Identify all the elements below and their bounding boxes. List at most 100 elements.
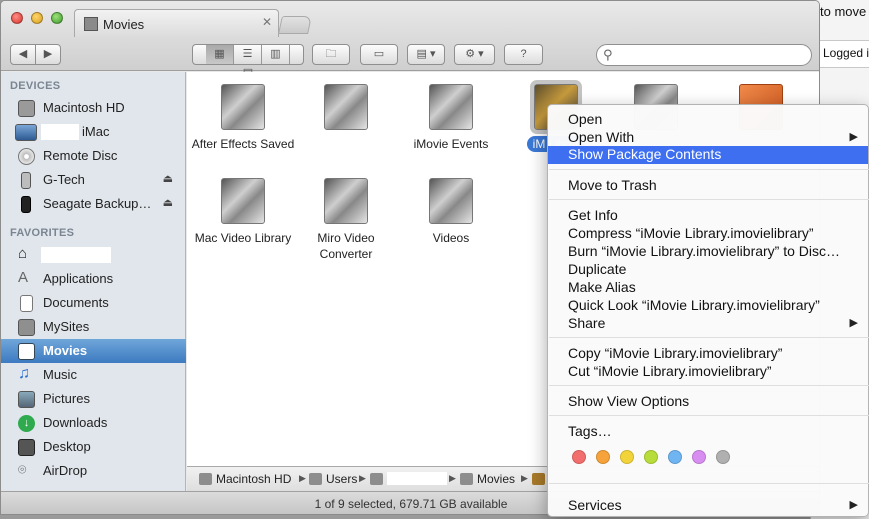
sidebar-item-movies[interactable]: Movies: [1, 339, 186, 363]
redacted-name: [41, 247, 111, 263]
applications-icon: A: [18, 269, 29, 286]
view-mode-control[interactable]: ▦☰▥▤: [192, 44, 304, 79]
tag-red-button[interactable]: [572, 450, 586, 464]
crumb-label: Macintosh HD: [216, 472, 292, 486]
movies-folder-icon: [84, 17, 98, 31]
tag-button[interactable]: ▭: [360, 44, 398, 65]
sidebar-item-downloads[interactable]: ↓ Downloads: [1, 411, 186, 435]
sidebar-item-g-tech[interactable]: G-Tech ⏏: [1, 168, 186, 192]
path-crumb-movies[interactable]: Movies: [460, 472, 515, 486]
sidebar-item-applications[interactable]: A Applications: [1, 267, 186, 291]
file-item[interactable]: iMovie Events: [396, 84, 506, 152]
video-folder-icon: [429, 84, 473, 130]
folder-icon: [18, 319, 35, 336]
imac-icon: [15, 124, 37, 141]
file-label: Videos: [432, 231, 470, 245]
tag-purple-button[interactable]: [692, 450, 706, 464]
menu-item-services[interactable]: Services ▶: [548, 497, 868, 515]
eject-icon[interactable]: ⏏: [163, 172, 173, 185]
menu-item-open[interactable]: Open: [548, 111, 868, 129]
path-crumb-macintosh-hd[interactable]: Macintosh HD: [199, 472, 291, 486]
action-button[interactable]: ⚙ ▾: [454, 44, 495, 65]
menu-item-open-with[interactable]: Open With ▶: [548, 129, 868, 147]
menu-item-show-package-contents[interactable]: Show Package Contents: [548, 146, 868, 164]
sidebar-item-documents[interactable]: Documents: [1, 291, 186, 315]
file-item[interactable]: Miro Video Converter: [291, 178, 401, 262]
menu-item-copy[interactable]: Copy “iMovie Library.imovielibrary”: [548, 345, 868, 363]
tag-icon: ▭: [373, 48, 385, 60]
tag-gray-button[interactable]: [716, 450, 730, 464]
path-crumb-home[interactable]: [370, 472, 447, 486]
menu-item-label: Duplicate: [568, 261, 627, 277]
file-item[interactable]: Videos: [396, 178, 506, 246]
sidebar-item-seagate[interactable]: Seagate Backup… ⏏: [1, 192, 186, 216]
sidebar-item-macintosh-hd[interactable]: Macintosh HD: [1, 96, 186, 120]
menu-item-tags[interactable]: Tags…: [548, 423, 868, 441]
pictures-icon: [18, 391, 35, 408]
menu-item-duplicate[interactable]: Duplicate: [548, 261, 868, 279]
sidebar-item-desktop[interactable]: Desktop: [1, 435, 186, 459]
file-item[interactable]: [291, 84, 401, 136]
sidebar-item-remote-disc[interactable]: Remote Disc: [1, 144, 186, 168]
menu-item-quick-look[interactable]: Quick Look “iMovie Library.imovielibrary…: [548, 297, 868, 315]
menu-separator: [549, 199, 869, 200]
new-folder-button[interactable]: 🗀: [312, 44, 350, 65]
sidebar-item-music[interactable]: ♫ Music: [1, 363, 186, 387]
menu-item-label: Quick Look “iMovie Library.imovielibrary…: [568, 297, 820, 313]
gear-icon: ⚙ ▾: [465, 48, 484, 60]
menu-item-label: Show View Options: [568, 393, 690, 409]
menu-separator: [549, 385, 869, 386]
menu-item-share[interactable]: Share ▶: [548, 315, 868, 333]
sidebar-item-airdrop[interactable]: ⌾ AirDrop: [1, 459, 186, 483]
sidebar-item-label: iMac: [82, 124, 110, 139]
search-input[interactable]: ⚲: [596, 44, 812, 66]
menu-item-move-to-trash[interactable]: Move to Trash: [548, 177, 868, 195]
menu-item-label: Services: [568, 497, 622, 513]
airdrop-icon: ⌾: [18, 461, 27, 477]
new-tab-button[interactable]: [278, 16, 312, 34]
sidebar-item-label: Documents: [43, 295, 109, 310]
tag-green-button[interactable]: [644, 450, 658, 464]
menu-item-make-alias[interactable]: Make Alias: [548, 279, 868, 297]
context-menu: Open Open With ▶ Show Package Contents Mo…: [547, 104, 869, 517]
sidebar-item-label: MySites: [43, 319, 90, 334]
folder-icon: [309, 473, 322, 485]
tag-blue-button[interactable]: [668, 450, 682, 464]
desktop-icon: [18, 439, 35, 456]
icon-view-button[interactable]: ▦: [206, 45, 234, 64]
menu-item-burn[interactable]: Burn “iMovie Library.imovielibrary” to D…: [548, 243, 868, 261]
sidebar-item-label: Macintosh HD: [43, 100, 125, 115]
menu-item-get-info[interactable]: Get Info: [548, 207, 868, 225]
column-view-button[interactable]: ▥: [262, 45, 290, 64]
sidebar-item-mysites[interactable]: MySites: [1, 315, 186, 339]
close-button[interactable]: [11, 12, 23, 24]
sidebar-item-imac[interactable]: iMac: [1, 120, 186, 144]
menu-item-label: Compress “iMovie Library.imovielibrary”: [568, 225, 814, 241]
back-button[interactable]: ◀: [10, 44, 36, 65]
sidebar-item-home[interactable]: ⌂: [1, 243, 186, 267]
list-view-button[interactable]: ☰: [234, 45, 262, 64]
documents-icon: [20, 295, 33, 312]
eject-icon[interactable]: ⏏: [163, 196, 173, 209]
sidebar-item-pictures[interactable]: Pictures: [1, 387, 186, 411]
menu-item-label: Cut “iMovie Library.imovielibrary”: [568, 363, 772, 379]
quick-look-button[interactable]: ?: [504, 44, 543, 65]
menu-item-compress[interactable]: Compress “iMovie Library.imovielibrary”: [548, 225, 868, 243]
tag-yellow-button[interactable]: [620, 450, 634, 464]
sidebar-item-label: Applications: [43, 271, 114, 286]
file-item[interactable]: Mac Video Library: [188, 178, 298, 246]
menu-item-show-view-options[interactable]: Show View Options: [548, 393, 868, 411]
forward-button[interactable]: ▶: [35, 44, 61, 65]
tag-orange-button[interactable]: [596, 450, 610, 464]
menu-item-cut[interactable]: Cut “iMovie Library.imovielibrary”: [548, 363, 868, 381]
file-item[interactable]: After Effects Saved: [188, 84, 298, 152]
menu-item-label: Tags…: [568, 423, 612, 439]
tab-movies[interactable]: Movies ✕: [74, 9, 279, 37]
zoom-button[interactable]: [51, 12, 63, 24]
path-crumb-users[interactable]: Users: [309, 472, 357, 486]
background-label: Logged i: [823, 46, 869, 60]
minimize-button[interactable]: [31, 12, 43, 24]
tab-close-icon[interactable]: ✕: [262, 15, 272, 29]
arrange-button[interactable]: ▤ ▾: [407, 44, 445, 65]
path-separator: ▶: [521, 473, 528, 483]
